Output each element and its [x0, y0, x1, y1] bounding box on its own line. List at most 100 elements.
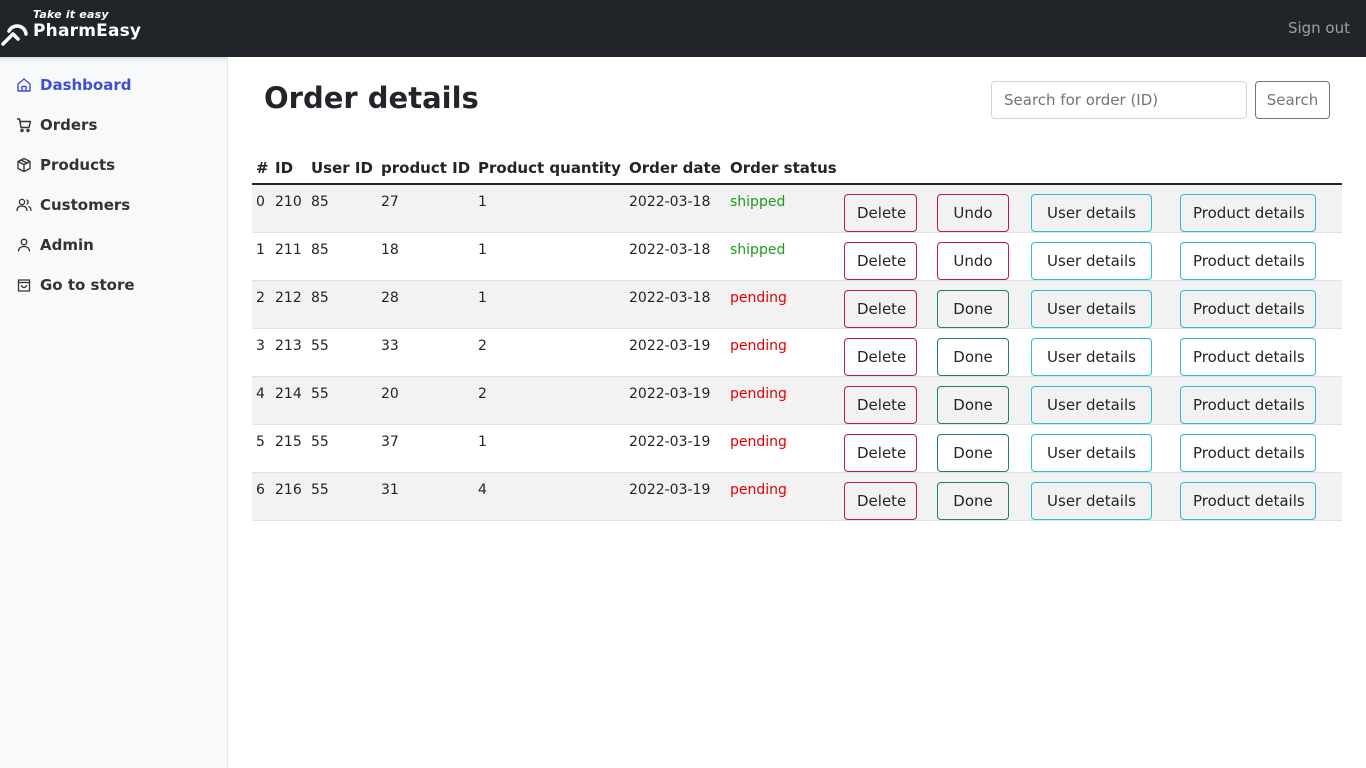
sidebar-item-admin[interactable]: Admin	[16, 233, 94, 257]
cell-product-id: 33	[377, 328, 474, 377]
delete-button[interactable]: Delete	[844, 386, 917, 424]
product-details-button[interactable]: Product details	[1180, 386, 1316, 424]
user-details-button[interactable]: User details	[1031, 194, 1152, 232]
cell-user-id: 85	[307, 280, 377, 329]
user-details-button[interactable]: User details	[1031, 434, 1152, 472]
action-cell: Product details	[1176, 472, 1342, 521]
cell-order-id: 216	[271, 472, 307, 521]
sidebar-item-label: Go to store	[40, 276, 135, 294]
sidebar-item-products[interactable]: Products	[16, 153, 115, 177]
shopping-bag-icon	[17, 279, 31, 292]
brand-tagline: Take it easy	[33, 8, 109, 21]
delete-button[interactable]: Delete	[844, 482, 917, 520]
product-details-button[interactable]: Product details	[1180, 338, 1316, 376]
user-icon	[17, 238, 31, 252]
cell-order-date: 2022-03-19	[625, 472, 726, 521]
cell-user-id: 85	[307, 232, 377, 281]
product-details-button[interactable]: Product details	[1180, 242, 1316, 280]
column-header-order-date: Order date	[625, 153, 726, 185]
table-row: 0 210 85 27 1 2022-03-18 shipped Delete Undo User…	[252, 184, 1342, 233]
cell-user-id: 55	[307, 472, 377, 521]
cell-order-date: 2022-03-18	[625, 184, 726, 233]
action-cell: Delete	[840, 472, 933, 521]
table-row: 2 212 85 28 1 2022-03-18 pending Delete Done User…	[252, 280, 1342, 329]
done-button[interactable]: Done	[937, 290, 1009, 328]
table-row: 6 216 55 31 4 2022-03-19 pending Delete Done User…	[252, 472, 1342, 521]
action-cell: Delete	[840, 232, 933, 281]
action-cell: Delete	[840, 184, 933, 233]
search-button[interactable]: Search	[1255, 81, 1330, 119]
status-badge: pending	[726, 328, 840, 377]
sign-out-link[interactable]: Sign out	[1288, 19, 1350, 37]
action-cell: Undo	[933, 184, 1027, 233]
home-icon	[17, 78, 31, 92]
column-header-blank	[1176, 153, 1342, 185]
cell-index: 1	[252, 232, 271, 281]
action-cell: User details	[1027, 472, 1176, 521]
sidebar-item-go-to-store[interactable]: Go to store	[16, 273, 135, 297]
cell-quantity: 1	[474, 184, 625, 233]
product-details-button[interactable]: Product details	[1180, 482, 1316, 520]
product-details-button[interactable]: Product details	[1180, 194, 1316, 232]
cell-quantity: 1	[474, 424, 625, 473]
done-button[interactable]: Done	[937, 386, 1009, 424]
cell-product-id: 27	[377, 184, 474, 233]
action-cell: Product details	[1176, 328, 1342, 377]
cell-product-id: 28	[377, 280, 474, 329]
undo-button[interactable]: Undo	[937, 242, 1009, 280]
column-header-user-id: User ID	[307, 153, 377, 185]
action-cell: Product details	[1176, 280, 1342, 329]
brand-name: PharmEasy	[33, 21, 142, 41]
user-details-button[interactable]: User details	[1031, 386, 1152, 424]
cell-index: 6	[252, 472, 271, 521]
cell-product-id: 31	[377, 472, 474, 521]
brand-logo[interactable]: Take it easy PharmEasy	[0, 6, 160, 46]
table-row: 4 214 55 20 2 2022-03-19 pending Delete Done User…	[252, 376, 1342, 425]
table-row: 5 215 55 37 1 2022-03-19 pending Delete Done User…	[252, 424, 1342, 473]
sidebar-item-orders[interactable]: Orders	[16, 113, 97, 137]
action-cell: Done	[933, 376, 1027, 425]
delete-button[interactable]: Delete	[844, 434, 917, 472]
delete-button[interactable]: Delete	[844, 338, 917, 376]
column-header-blank	[933, 153, 1027, 185]
product-details-button[interactable]: Product details	[1180, 434, 1316, 472]
table-row: 1 211 85 18 1 2022-03-18 shipped Delete Undo User…	[252, 232, 1342, 281]
action-cell: User details	[1027, 184, 1176, 233]
cell-order-date: 2022-03-19	[625, 424, 726, 473]
status-badge: pending	[726, 472, 840, 521]
cell-order-date: 2022-03-19	[625, 376, 726, 425]
pharmeasy-logo-icon	[1, 24, 28, 46]
action-cell: Delete	[840, 328, 933, 377]
cell-order-id: 215	[271, 424, 307, 473]
cell-order-id: 210	[271, 184, 307, 233]
delete-button[interactable]: Delete	[844, 242, 917, 280]
main-content: Order details Search # ID User ID produc…	[228, 57, 1366, 768]
cell-order-id: 214	[271, 376, 307, 425]
undo-button[interactable]: Undo	[937, 194, 1009, 232]
done-button[interactable]: Done	[937, 434, 1009, 472]
user-details-button[interactable]: User details	[1031, 338, 1152, 376]
column-header-order-status: Order status	[726, 153, 840, 185]
action-cell: Product details	[1176, 184, 1342, 233]
delete-button[interactable]: Delete	[844, 194, 917, 232]
done-button[interactable]: Done	[937, 482, 1009, 520]
action-cell: Done	[933, 280, 1027, 329]
cell-index: 4	[252, 376, 271, 425]
sidebar-item-customers[interactable]: Customers	[16, 193, 130, 217]
action-cell: User details	[1027, 424, 1176, 473]
search-input[interactable]	[991, 81, 1247, 119]
done-button[interactable]: Done	[937, 338, 1009, 376]
sidebar-item-dashboard[interactable]: Dashboard	[16, 73, 131, 97]
cell-order-id: 213	[271, 328, 307, 377]
user-details-button[interactable]: User details	[1031, 482, 1152, 520]
table-row: 3 213 55 33 2 2022-03-19 pending Delete Done User…	[252, 328, 1342, 377]
action-cell: Delete	[840, 280, 933, 329]
column-header-quantity: Product quantity	[474, 153, 625, 185]
status-badge: pending	[726, 376, 840, 425]
product-details-button[interactable]: Product details	[1180, 290, 1316, 328]
user-details-button[interactable]: User details	[1031, 242, 1152, 280]
cart-icon	[17, 118, 32, 133]
delete-button[interactable]: Delete	[844, 290, 917, 328]
action-cell: User details	[1027, 232, 1176, 281]
user-details-button[interactable]: User details	[1031, 290, 1152, 328]
